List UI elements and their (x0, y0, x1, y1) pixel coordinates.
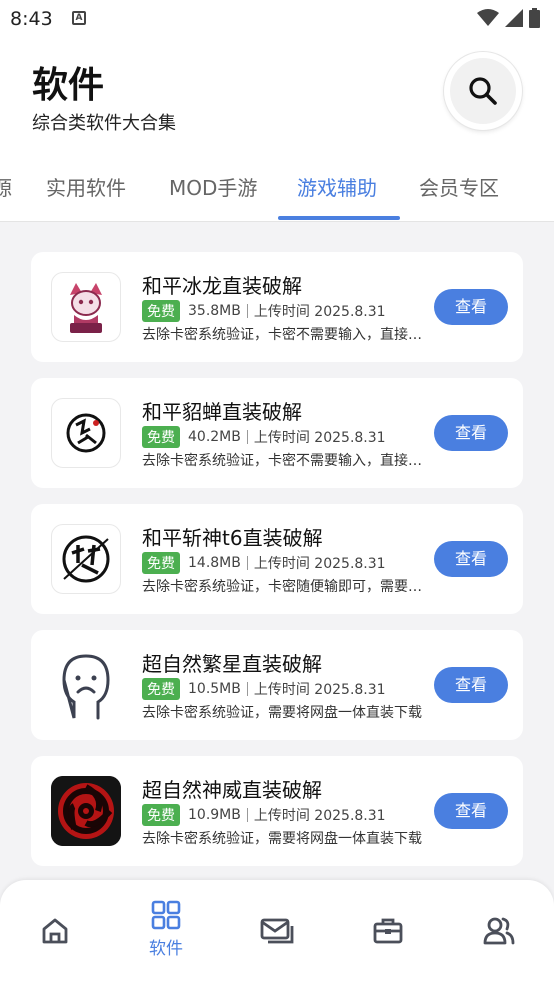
upload-time: 上传时间 2025.8.31 (253, 556, 386, 572)
meta-divider (246, 304, 248, 318)
app-card[interactable]: 和平冰龙直装破解 免费 35.8MB 上传时间 2025.8.31 去除卡密系统… (31, 252, 523, 362)
category-tabs: 源 实用软件 MOD手游 游戏辅助 会员专区 (0, 166, 554, 222)
status-time: 8:43 (10, 8, 53, 30)
app-card[interactable]: 和平貂蝉直装破解 免费 40.2MB 上传时间 2025.8.31 去除卡密系统… (31, 378, 523, 488)
nav-home[interactable] (0, 880, 110, 984)
app-size: 10.9MB (188, 807, 241, 823)
zhanshen-calligraphy-icon (51, 524, 121, 594)
search-button[interactable] (444, 52, 522, 130)
app-meta: 免费 40.2MB 上传时间 2025.8.31 (142, 426, 386, 448)
page-subtitle: 综合类软件大合集 (32, 113, 176, 134)
status-bar: 8:43 A (0, 0, 554, 36)
nav-software-label: 软件 (149, 939, 183, 959)
app-size: 35.8MB (188, 303, 241, 319)
wifi-icon (477, 9, 499, 26)
nav-messages[interactable] (222, 880, 332, 984)
search-button-inner (450, 58, 516, 124)
tab-game-assist[interactable]: 游戏辅助 (297, 172, 377, 201)
active-tab-indicator (278, 216, 400, 220)
meta-divider (246, 808, 248, 822)
app-meta: 免费 14.8MB 上传时间 2025.8.31 (142, 552, 386, 574)
tab-resource[interactable]: 源 (0, 172, 12, 201)
meta-divider (246, 556, 248, 570)
app-description: 去除卡密系统验证，卡密不需要输入，直接进入 (142, 453, 432, 469)
sharingan-icon (51, 776, 121, 846)
app-name: 和平冰龙直装破解 (142, 274, 302, 298)
tab-vip-zone[interactable]: 会员专区 (419, 172, 499, 201)
signal-icon (505, 9, 523, 27)
view-button[interactable]: 查看 (434, 793, 508, 829)
app-name: 和平斩神t6直装破解 (142, 526, 323, 550)
app-name: 超自然繁星直装破解 (142, 652, 322, 676)
view-button[interactable]: 查看 (434, 541, 508, 577)
app-meta: 免费 10.5MB 上传时间 2025.8.31 (142, 678, 386, 700)
app-card[interactable]: 超自然神威直装破解 免费 10.9MB 上传时间 2025.8.31 去除卡密系… (31, 756, 523, 866)
meta-divider (246, 430, 248, 444)
free-badge: 免费 (142, 804, 180, 826)
app-size: 14.8MB (188, 555, 241, 571)
grid-icon (151, 900, 181, 930)
page-title: 软件 (32, 65, 105, 106)
app-name: 和平貂蝉直装破解 (142, 400, 302, 424)
nav-tools[interactable] (333, 880, 443, 984)
app-description: 去除卡密系统验证，需要将网盘一体直装下载 (142, 831, 422, 847)
free-badge: 免费 (142, 300, 180, 322)
view-button[interactable]: 查看 (434, 415, 508, 451)
diaochan-calligraphy-icon (51, 398, 121, 468)
app-meta: 免费 35.8MB 上传时间 2025.8.31 (142, 300, 386, 322)
system-icons (477, 8, 540, 28)
view-button[interactable]: 查看 (434, 667, 508, 703)
home-icon (42, 918, 68, 944)
nav-software[interactable]: 软件 (111, 880, 221, 984)
sad-face-icon (51, 650, 121, 720)
app-size: 10.5MB (188, 681, 241, 697)
app-card[interactable]: 和平斩神t6直装破解 免费 14.8MB 上传时间 2025.8.31 去除卡密… (31, 504, 523, 614)
notification-a-icon: A (72, 11, 86, 25)
users-icon (483, 917, 515, 945)
upload-time: 上传时间 2025.8.31 (253, 304, 386, 320)
view-button[interactable]: 查看 (434, 289, 508, 325)
battery-icon (529, 8, 540, 28)
meta-divider (246, 682, 248, 696)
search-icon (469, 77, 497, 105)
app-card[interactable]: 超自然繁星直装破解 免费 10.5MB 上传时间 2025.8.31 去除卡密系… (31, 630, 523, 740)
header-divider (0, 221, 554, 222)
upload-time: 上传时间 2025.8.31 (253, 808, 386, 824)
mail-icon (260, 918, 294, 944)
ice-dragon-mascot-icon (51, 272, 121, 342)
bottom-navigation: 软件 (0, 880, 554, 984)
app-meta: 免费 10.9MB 上传时间 2025.8.31 (142, 804, 386, 826)
nav-profile[interactable] (444, 880, 554, 984)
briefcase-icon (373, 918, 403, 944)
free-badge: 免费 (142, 552, 180, 574)
app-description: 去除卡密系统验证，卡密不需要输入，直接进入 (142, 327, 432, 343)
tab-mod-games[interactable]: MOD手游 (169, 172, 257, 201)
app-size: 40.2MB (188, 429, 241, 445)
free-badge: 免费 (142, 678, 180, 700)
upload-time: 上传时间 2025.8.31 (253, 682, 386, 698)
upload-time: 上传时间 2025.8.31 (253, 430, 386, 446)
tab-utility-software[interactable]: 实用软件 (46, 172, 126, 201)
app-description: 去除卡密系统验证，需要将网盘一体直装下载 (142, 705, 422, 721)
app-description: 去除卡密系统验证，卡密随便输即可，需要注意 (142, 579, 432, 595)
page-header: 软件 综合类软件大合集 源 实用软件 MOD手游 游戏辅助 会员专区 (0, 36, 554, 222)
free-badge: 免费 (142, 426, 180, 448)
app-name: 超自然神威直装破解 (142, 778, 322, 802)
